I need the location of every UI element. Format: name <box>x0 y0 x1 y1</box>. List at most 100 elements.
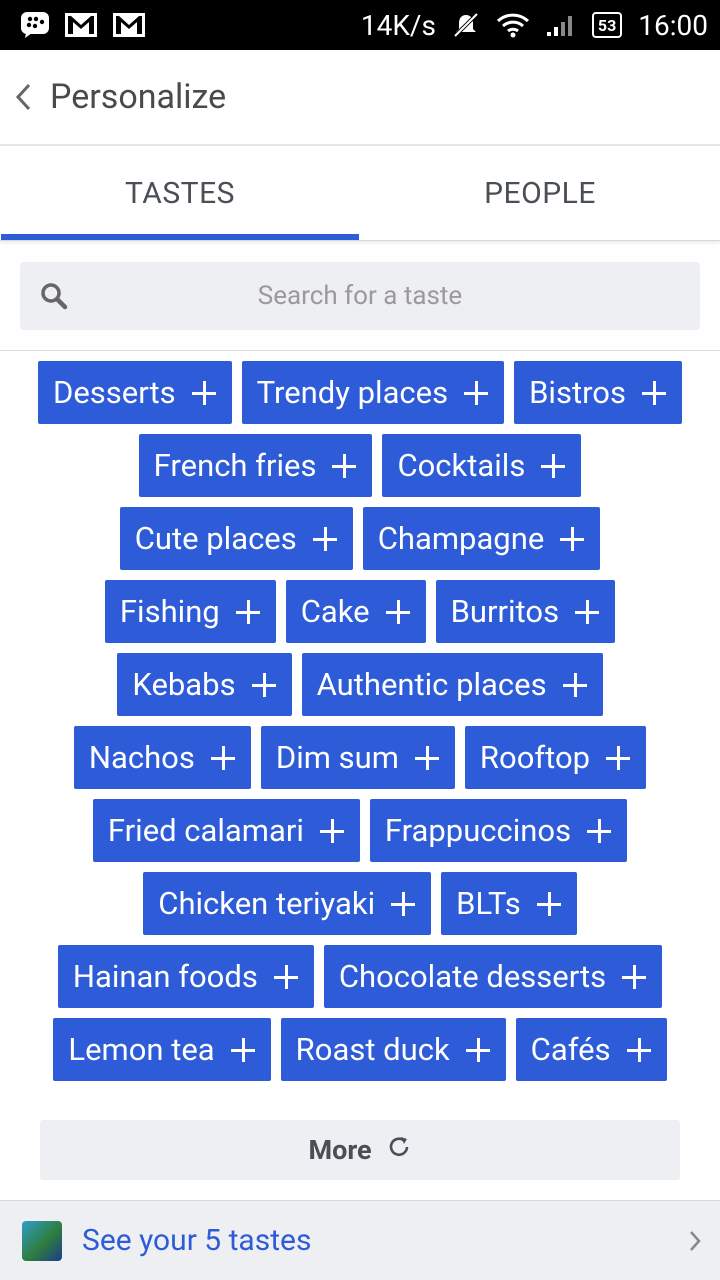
taste-chip[interactable]: Cocktails <box>382 434 582 497</box>
plus-icon <box>641 380 666 405</box>
chip-row: Kebabs Authentic places <box>0 653 720 716</box>
taste-chip-label: Burritos <box>450 593 560 630</box>
taste-chip[interactable]: Kebabs <box>117 653 292 716</box>
taste-chip-label: Fried calamari <box>107 812 304 849</box>
page-title: Personalize <box>50 77 227 117</box>
refresh-icon <box>386 1134 412 1167</box>
taste-chip[interactable]: Lemon tea <box>53 1018 271 1081</box>
taste-chip-label: Cake <box>300 593 370 630</box>
taste-chip-label: Kebabs <box>132 666 236 703</box>
taste-chip[interactable]: Chocolate desserts <box>323 945 663 1008</box>
plus-icon <box>464 380 489 405</box>
plus-icon <box>622 964 647 989</box>
status-bar: 14K/s 53 16:00 <box>0 0 720 50</box>
taste-chip[interactable]: French fries <box>138 434 373 497</box>
plus-icon <box>210 745 235 770</box>
search-icon <box>40 282 68 310</box>
plus-icon <box>560 526 585 551</box>
plus-icon <box>606 745 631 770</box>
tab-tastes[interactable]: TASTES <box>0 146 360 240</box>
taste-chip-label: Trendy places <box>256 374 449 411</box>
taste-chip-label: Desserts <box>53 374 176 411</box>
see-tastes-bar[interactable]: See your 5 tastes <box>0 1200 720 1280</box>
plus-icon <box>414 745 439 770</box>
plus-icon <box>191 380 216 405</box>
plus-icon <box>626 1037 651 1062</box>
taste-chip[interactable]: Cute places <box>119 507 353 570</box>
taste-chip-label: Dim sum <box>275 739 399 776</box>
chip-row: Nachos Dim sum Rooftop <box>0 726 720 789</box>
taste-chip-label: Rooftop <box>479 739 591 776</box>
taste-chips: Desserts Trendy places Bistros French fries… <box>0 361 720 1081</box>
chip-row: Lemon tea Roast duck Cafés <box>0 1018 720 1081</box>
taste-chip-label: Chicken teriyaki <box>158 885 376 922</box>
wifi-icon <box>496 12 530 38</box>
taste-chip[interactable]: Cafés <box>515 1018 667 1081</box>
taste-chip-label: BLTs <box>456 885 521 922</box>
taste-chip-label: Authentic places <box>316 666 547 703</box>
plus-icon <box>536 891 561 916</box>
plus-icon <box>465 1037 490 1062</box>
chip-row: Fishing Cake Burritos <box>0 580 720 643</box>
taste-chip-label: Bistros <box>529 374 626 411</box>
taste-chip[interactable]: Desserts <box>38 361 232 424</box>
gmail-icon <box>112 12 146 38</box>
taste-chip[interactable]: Authentic places <box>301 653 603 716</box>
taste-chip-label: French fries <box>153 447 317 484</box>
plus-icon <box>312 526 337 551</box>
taste-chip[interactable]: Fishing <box>104 580 276 643</box>
taste-thumbnail-icon <box>22 1220 62 1261</box>
tab-people[interactable]: PEOPLE <box>360 146 720 240</box>
chip-row: French fries Cocktails <box>0 434 720 497</box>
taste-chip[interactable]: Trendy places <box>241 361 505 424</box>
plus-icon <box>332 453 357 478</box>
taste-chip-label: Cute places <box>134 520 297 557</box>
app-header: Personalize <box>0 50 720 146</box>
gmail-icon <box>64 12 98 38</box>
chip-row: Desserts Trendy places Bistros <box>0 361 720 424</box>
plus-icon <box>235 599 260 624</box>
plus-icon <box>319 818 344 843</box>
taste-chip[interactable]: Bistros <box>514 361 682 424</box>
taste-chip[interactable]: Frappuccinos <box>369 799 628 862</box>
taste-chip[interactable]: Nachos <box>73 726 251 789</box>
clock: 16:00 <box>638 8 708 42</box>
mute-icon <box>452 11 480 39</box>
taste-chip-label: Chocolate desserts <box>338 958 607 995</box>
taste-chip[interactable]: Champagne <box>362 507 601 570</box>
taste-chip[interactable]: Dim sum <box>260 726 455 789</box>
taste-chip[interactable]: Chicken teriyaki <box>143 872 432 935</box>
battery-level: 53 <box>597 15 617 35</box>
plus-icon <box>541 453 566 478</box>
taste-chip-label: Cocktails <box>397 447 526 484</box>
divider <box>0 350 720 351</box>
plus-icon <box>391 891 416 916</box>
taste-chip[interactable]: BLTs <box>441 872 577 935</box>
chip-row: Cute places Champagne <box>0 507 720 570</box>
taste-chip-label: Hainan foods <box>72 958 258 995</box>
search-bar[interactable] <box>20 261 700 331</box>
tab-bar: TASTES PEOPLE <box>0 146 720 241</box>
network-speed: 14K/s <box>360 8 436 42</box>
bbm-icon <box>20 11 50 39</box>
taste-chip[interactable]: Roast duck <box>280 1018 506 1081</box>
taste-chip[interactable]: Burritos <box>435 580 616 643</box>
taste-chip[interactable]: Rooftop <box>464 726 647 789</box>
more-button[interactable]: More <box>40 1120 680 1180</box>
plus-icon <box>230 1037 255 1062</box>
taste-chip[interactable]: Cake <box>285 580 426 643</box>
taste-chip-label: Cafés <box>530 1031 611 1068</box>
taste-chip[interactable]: Hainan foods <box>57 945 314 1008</box>
plus-icon <box>251 672 276 697</box>
more-label: More <box>308 1134 372 1166</box>
plus-icon <box>587 818 612 843</box>
search-input[interactable] <box>20 261 700 331</box>
battery-icon: 53 <box>591 12 623 38</box>
plus-icon <box>575 599 600 624</box>
chip-row: Fried calamari Frappuccinos <box>0 799 720 862</box>
taste-chip[interactable]: Fried calamari <box>92 799 360 862</box>
plus-icon <box>385 599 410 624</box>
back-chevron-icon[interactable] <box>14 79 38 115</box>
signal-icon <box>546 12 576 38</box>
see-tastes-link[interactable]: See your 5 tastes <box>82 1223 311 1258</box>
